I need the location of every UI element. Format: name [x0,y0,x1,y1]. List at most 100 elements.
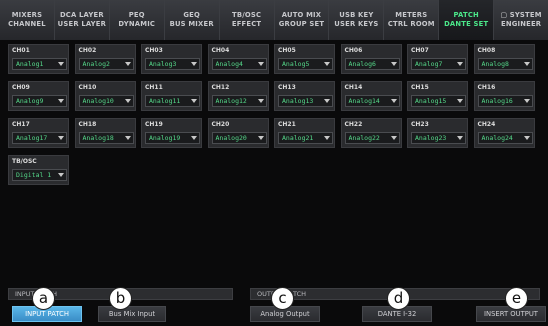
channel-cell: CH03 Analog3 [141,44,202,74]
tab-line2: BUS MIXER [169,20,214,28]
tab-line1: DCA LAYER [59,11,104,19]
channel-cell: CH15 Analog15 [407,81,468,111]
channel-name: CH03 [145,47,163,54]
channel-source-value: Analog17 [16,134,48,142]
chevron-down-icon [324,62,330,66]
tab-system-engineer[interactable]: ▢ SYSTEM ENGINEER [494,0,548,40]
channel-source-value: Analog24 [481,134,513,142]
tab-line1: USB KEY [339,11,374,19]
channel-cell: CH24 Analog24 [473,118,535,148]
channel-name: CH05 [278,47,296,54]
channel-source-select[interactable]: Analog17 [12,132,67,144]
channel-name: CH08 [477,47,496,54]
channel-source-select[interactable]: Analog3 [145,58,200,70]
channel-cell: CH04 Analog4 [207,44,269,74]
tab-line2: USER KEYS [334,20,379,28]
tab-meters-ctrl-room[interactable]: METERS CTRL ROOM [384,0,440,40]
tab-line2: ENGINEER [500,20,542,28]
chevron-down-icon [324,136,330,140]
chevron-down-icon [457,62,463,66]
chevron-down-icon [257,62,264,66]
channel-cell: CH19 Analog19 [141,118,202,148]
channel-cell: CH16 Analog16 [473,81,535,111]
chevron-down-icon [124,99,131,103]
chevron-down-icon [191,62,197,66]
channel-name: CH11 [145,84,163,91]
channel-source-value: Analog20 [215,134,247,142]
tab-geq-bus-mixer[interactable]: GEQ BUS MIXER [164,0,220,40]
channel-source-select[interactable]: Analog14 [344,95,400,107]
channel-source-select[interactable]: Analog19 [145,132,200,144]
channel-source-value: Analog9 [16,97,44,105]
chevron-down-icon [58,136,64,140]
channel-source-value: Analog1 [16,60,44,68]
tab-line2: DYNAMIC [118,20,156,28]
channel-source-value: Analog15 [415,97,447,105]
channel-source-select[interactable]: Analog8 [477,58,533,70]
chevron-down-icon [58,99,64,103]
tab-patch-dante-set[interactable]: PATCH DANTE SET [439,0,495,40]
channel-cell: CH23 Analog23 [407,118,468,148]
channel-name: CH13 [278,84,296,91]
chevron-down-icon [523,136,530,140]
channel-source-value: Analog12 [215,97,247,105]
channel-source-select[interactable]: Analog4 [211,58,267,70]
channel-name: CH06 [344,47,363,54]
channel-source-select[interactable]: Analog1 [12,58,67,70]
channel-source-value: Analog18 [82,134,114,142]
channel-name: CH10 [78,84,97,91]
tab-dca-layer[interactable]: DCA LAYER USER LAYER [54,0,110,40]
tab-line2: GROUP SET [278,20,325,28]
tab-usb-key[interactable]: USB KEY USER KEYS [329,0,385,40]
channel-source-value: Analog23 [415,134,447,142]
channel-source-select[interactable]: Analog16 [477,95,533,107]
chevron-down-icon [58,62,64,66]
channel-source-value: Digital 1 [16,171,52,179]
tab-mixers-channel[interactable]: MIXERS CHANNEL [0,0,55,40]
tab-line2: CHANNEL [8,20,46,28]
channel-name: CH18 [78,121,97,128]
chevron-down-icon [58,173,64,177]
channel-name: CH02 [78,47,97,54]
channel-name: CH23 [411,121,429,128]
channel-source-select[interactable]: Analog5 [278,58,333,70]
channel-cell: CH09 Analog9 [8,81,69,111]
chevron-down-icon [390,136,397,140]
channel-name: TB/OSC [12,158,37,165]
tab-tbosc-effect[interactable]: TB/OSC EFFECT [219,0,275,40]
channel-name: CH19 [145,121,163,128]
bus-mix-input-button[interactable]: Bus Mix Input [98,306,166,322]
channel-cell: CH22 Analog22 [340,118,402,148]
channel-source-select[interactable]: Analog15 [411,95,466,107]
channel-source-select[interactable]: Analog7 [411,58,466,70]
channel-source-select[interactable]: Analog12 [211,95,267,107]
tab-line2: DANTE SET [444,20,489,28]
channel-source-value: Analog10 [82,97,114,105]
channel-source-select[interactable]: Analog21 [278,132,333,144]
channel-source-select[interactable]: Analog20 [211,132,267,144]
channel-source-select[interactable]: Analog13 [278,95,333,107]
channel-source-select[interactable]: Digital 1 [12,169,67,181]
channel-source-select[interactable]: Analog2 [78,58,134,70]
channel-cell: CH12 Analog12 [207,81,269,111]
chevron-down-icon [457,136,463,140]
lock-icon: ▢ [500,11,510,19]
channel-name: CH12 [211,84,230,91]
channel-source-value: Analog2 [82,60,110,68]
channel-cell: CH07 Analog7 [407,44,468,74]
channel-source-select[interactable]: Analog24 [477,132,533,144]
channel-name: CH09 [12,84,30,91]
tab-line1: TB/OSC [231,11,262,19]
channel-source-select[interactable]: Analog18 [78,132,134,144]
tab-automix-group-set[interactable]: AUTO MIX GROUP SET [274,0,330,40]
channel-source-select[interactable]: Analog10 [78,95,134,107]
channel-source-select[interactable]: Analog11 [145,95,200,107]
channel-source-value: Analog4 [215,60,243,68]
channel-source-select[interactable]: Analog23 [411,132,466,144]
tab-peq-dynamic[interactable]: PEQ DYNAMIC [109,0,165,40]
channel-source-select[interactable]: Analog6 [344,58,400,70]
top-tab-bar: MIXERS CHANNEL DCA LAYER USER LAYER PEQ … [0,0,548,40]
channel-source-select[interactable]: Analog22 [344,132,400,144]
channel-cell: CH20 Analog20 [207,118,269,148]
channel-source-select[interactable]: Analog9 [12,95,67,107]
